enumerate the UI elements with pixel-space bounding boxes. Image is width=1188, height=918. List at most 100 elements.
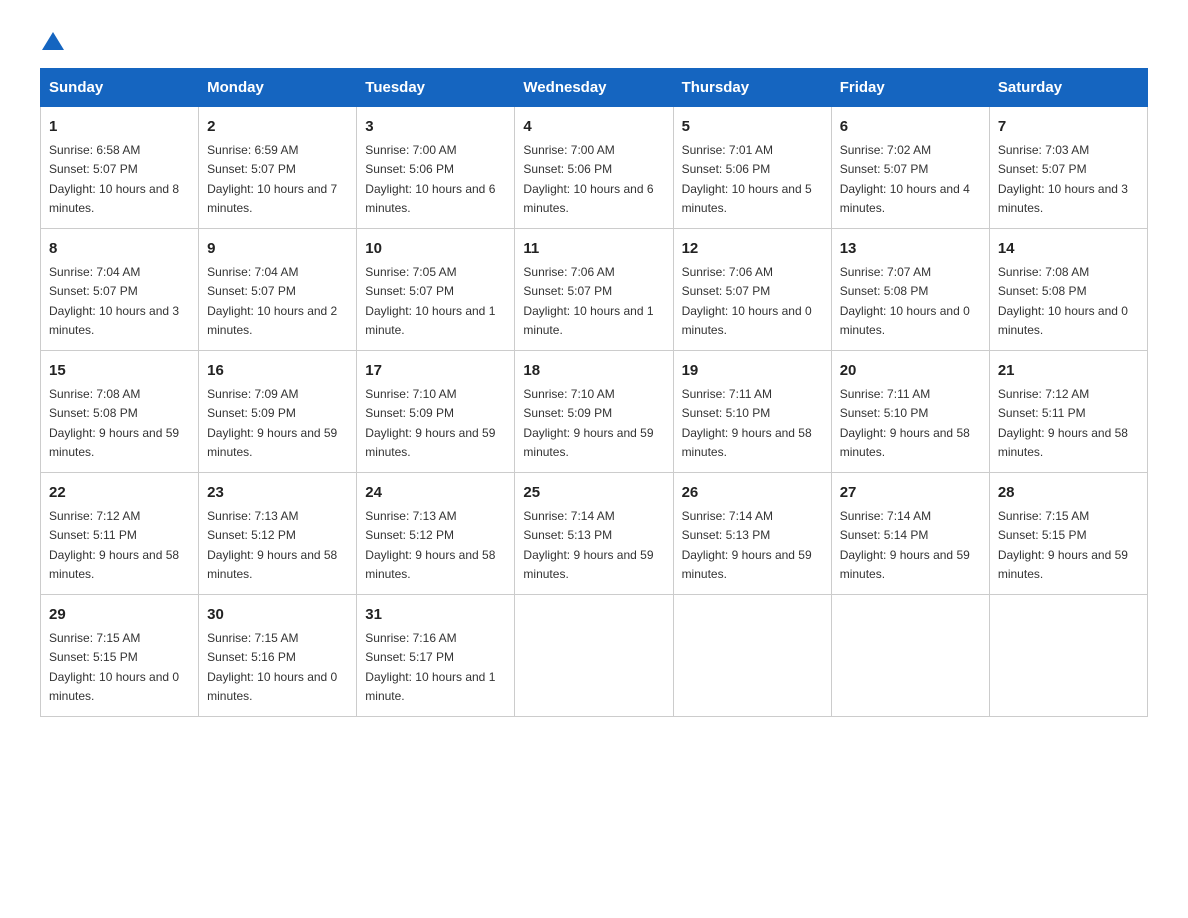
day-number: 3 — [365, 115, 506, 138]
day-cell: 2 Sunrise: 6:59 AMSunset: 5:07 PMDaylight… — [199, 107, 357, 229]
day-cell: 19 Sunrise: 7:11 AMSunset: 5:10 PMDayligh… — [673, 351, 831, 473]
day-number: 11 — [523, 237, 664, 260]
day-info: Sunrise: 7:15 AMSunset: 5:16 PMDaylight:… — [207, 629, 348, 706]
day-cell: 21Sunrise: 7:12 AMSunset: 5:11 PMDayligh… — [989, 351, 1147, 473]
day-cell: 10 Sunrise: 7:05 AMSunset: 5:07 PMDayligh… — [357, 229, 515, 351]
day-number: 24 — [365, 481, 506, 504]
day-info: Sunrise: 7:11 AMSunset: 5:10 PMDaylight:… — [682, 385, 823, 462]
day-cell: 31 Sunrise: 7:16 AMSunset: 5:17 PMDayligh… — [357, 595, 515, 717]
day-info: Sunrise: 6:59 AMSunset: 5:07 PMDaylight:… — [207, 141, 348, 218]
day-cell — [831, 595, 989, 717]
day-number: 26 — [682, 481, 823, 504]
day-info: Sunrise: 7:13 AMSunset: 5:12 PMDaylight:… — [365, 507, 506, 584]
day-cell: 18 Sunrise: 7:10 AMSunset: 5:09 PMDayligh… — [515, 351, 673, 473]
day-cell: 17Sunrise: 7:10 AMSunset: 5:09 PMDayligh… — [357, 351, 515, 473]
day-cell — [515, 595, 673, 717]
day-info: Sunrise: 7:11 AMSunset: 5:10 PMDaylight:… — [840, 385, 981, 462]
day-cell: 6 Sunrise: 7:02 AMSunset: 5:07 PMDaylight… — [831, 107, 989, 229]
day-info: Sunrise: 7:10 AMSunset: 5:09 PMDaylight:… — [523, 385, 664, 462]
day-number: 27 — [840, 481, 981, 504]
col-header-friday: Friday — [831, 69, 989, 107]
day-cell: 15 Sunrise: 7:08 AMSunset: 5:08 PMDayligh… — [41, 351, 199, 473]
day-number: 15 — [49, 359, 190, 382]
week-row-3: 15 Sunrise: 7:08 AMSunset: 5:08 PMDayligh… — [41, 351, 1148, 473]
day-info: Sunrise: 7:06 AMSunset: 5:07 PMDaylight:… — [682, 263, 823, 340]
day-info: Sunrise: 7:05 AMSunset: 5:07 PMDaylight:… — [365, 263, 506, 340]
day-info: Sunrise: 7:03 AMSunset: 5:07 PMDaylight:… — [998, 141, 1139, 218]
day-number: 9 — [207, 237, 348, 260]
week-row-2: 8 Sunrise: 7:04 AMSunset: 5:07 PMDaylight… — [41, 229, 1148, 351]
day-number: 1 — [49, 115, 190, 138]
day-cell: 3 Sunrise: 7:00 AMSunset: 5:06 PMDaylight… — [357, 107, 515, 229]
day-number: 5 — [682, 115, 823, 138]
day-number: 17 — [365, 359, 506, 382]
day-cell: 1 Sunrise: 6:58 AMSunset: 5:07 PMDaylight… — [41, 107, 199, 229]
day-info: Sunrise: 7:14 AMSunset: 5:13 PMDaylight:… — [523, 507, 664, 584]
day-cell: 16 Sunrise: 7:09 AMSunset: 5:09 PMDayligh… — [199, 351, 357, 473]
day-info: Sunrise: 7:16 AMSunset: 5:17 PMDaylight:… — [365, 629, 506, 706]
day-cell: 12 Sunrise: 7:06 AMSunset: 5:07 PMDayligh… — [673, 229, 831, 351]
day-number: 20 — [840, 359, 981, 382]
day-cell: 22Sunrise: 7:12 AMSunset: 5:11 PMDayligh… — [41, 473, 199, 595]
week-row-1: 1 Sunrise: 6:58 AMSunset: 5:07 PMDaylight… — [41, 107, 1148, 229]
day-cell: 23 Sunrise: 7:13 AMSunset: 5:12 PMDayligh… — [199, 473, 357, 595]
day-info: Sunrise: 7:04 AMSunset: 5:07 PMDaylight:… — [207, 263, 348, 340]
day-cell: 9 Sunrise: 7:04 AMSunset: 5:07 PMDaylight… — [199, 229, 357, 351]
day-number: 13 — [840, 237, 981, 260]
day-info: Sunrise: 7:09 AMSunset: 5:09 PMDaylight:… — [207, 385, 348, 462]
day-info: Sunrise: 7:13 AMSunset: 5:12 PMDaylight:… — [207, 507, 348, 584]
day-info: Sunrise: 7:04 AMSunset: 5:07 PMDaylight:… — [49, 263, 190, 340]
day-cell: 8 Sunrise: 7:04 AMSunset: 5:07 PMDaylight… — [41, 229, 199, 351]
day-cell: 14 Sunrise: 7:08 AMSunset: 5:08 PMDayligh… — [989, 229, 1147, 351]
day-number: 16 — [207, 359, 348, 382]
day-info: Sunrise: 6:58 AMSunset: 5:07 PMDaylight:… — [49, 141, 190, 218]
day-number: 14 — [998, 237, 1139, 260]
day-number: 4 — [523, 115, 664, 138]
day-number: 23 — [207, 481, 348, 504]
day-number: 25 — [523, 481, 664, 504]
day-number: 30 — [207, 603, 348, 626]
day-number: 8 — [49, 237, 190, 260]
col-header-sunday: Sunday — [41, 69, 199, 107]
col-header-thursday: Thursday — [673, 69, 831, 107]
day-cell: 24 Sunrise: 7:13 AMSunset: 5:12 PMDayligh… — [357, 473, 515, 595]
day-info: Sunrise: 7:15 AMSunset: 5:15 PMDaylight:… — [49, 629, 190, 706]
page-header — [40, 30, 1148, 48]
day-info: Sunrise: 7:00 AMSunset: 5:06 PMDaylight:… — [365, 141, 506, 218]
day-info: Sunrise: 7:00 AMSunset: 5:06 PMDaylight:… — [523, 141, 664, 218]
day-number: 2 — [207, 115, 348, 138]
logo — [40, 30, 65, 48]
day-info: Sunrise: 7:14 AMSunset: 5:13 PMDaylight:… — [682, 507, 823, 584]
day-cell — [673, 595, 831, 717]
day-info: Sunrise: 7:08 AMSunset: 5:08 PMDaylight:… — [49, 385, 190, 462]
day-info: Sunrise: 7:14 AMSunset: 5:14 PMDaylight:… — [840, 507, 981, 584]
day-info: Sunrise: 7:02 AMSunset: 5:07 PMDaylight:… — [840, 141, 981, 218]
day-cell: 30 Sunrise: 7:15 AMSunset: 5:16 PMDayligh… — [199, 595, 357, 717]
calendar-header: SundayMondayTuesdayWednesdayThursdayFrid… — [41, 69, 1148, 107]
col-header-monday: Monday — [199, 69, 357, 107]
day-info: Sunrise: 7:12 AMSunset: 5:11 PMDaylight:… — [49, 507, 190, 584]
day-cell: 13Sunrise: 7:07 AMSunset: 5:08 PMDayligh… — [831, 229, 989, 351]
day-number: 18 — [523, 359, 664, 382]
day-info: Sunrise: 7:06 AMSunset: 5:07 PMDaylight:… — [523, 263, 664, 340]
calendar-body: 1 Sunrise: 6:58 AMSunset: 5:07 PMDaylight… — [41, 107, 1148, 717]
day-number: 12 — [682, 237, 823, 260]
day-number: 31 — [365, 603, 506, 626]
col-header-wednesday: Wednesday — [515, 69, 673, 107]
day-number: 6 — [840, 115, 981, 138]
day-info: Sunrise: 7:12 AMSunset: 5:11 PMDaylight:… — [998, 385, 1139, 462]
col-header-tuesday: Tuesday — [357, 69, 515, 107]
day-cell — [989, 595, 1147, 717]
day-number: 19 — [682, 359, 823, 382]
day-number: 10 — [365, 237, 506, 260]
day-info: Sunrise: 7:15 AMSunset: 5:15 PMDaylight:… — [998, 507, 1139, 584]
day-cell: 26 Sunrise: 7:14 AMSunset: 5:13 PMDayligh… — [673, 473, 831, 595]
col-header-saturday: Saturday — [989, 69, 1147, 107]
day-info: Sunrise: 7:08 AMSunset: 5:08 PMDaylight:… — [998, 263, 1139, 340]
day-cell: 25 Sunrise: 7:14 AMSunset: 5:13 PMDayligh… — [515, 473, 673, 595]
day-info: Sunrise: 7:01 AMSunset: 5:06 PMDaylight:… — [682, 141, 823, 218]
day-cell: 28Sunrise: 7:15 AMSunset: 5:15 PMDayligh… — [989, 473, 1147, 595]
day-number: 29 — [49, 603, 190, 626]
day-cell: 4 Sunrise: 7:00 AMSunset: 5:06 PMDaylight… — [515, 107, 673, 229]
day-cell: 20 Sunrise: 7:11 AMSunset: 5:10 PMDayligh… — [831, 351, 989, 473]
